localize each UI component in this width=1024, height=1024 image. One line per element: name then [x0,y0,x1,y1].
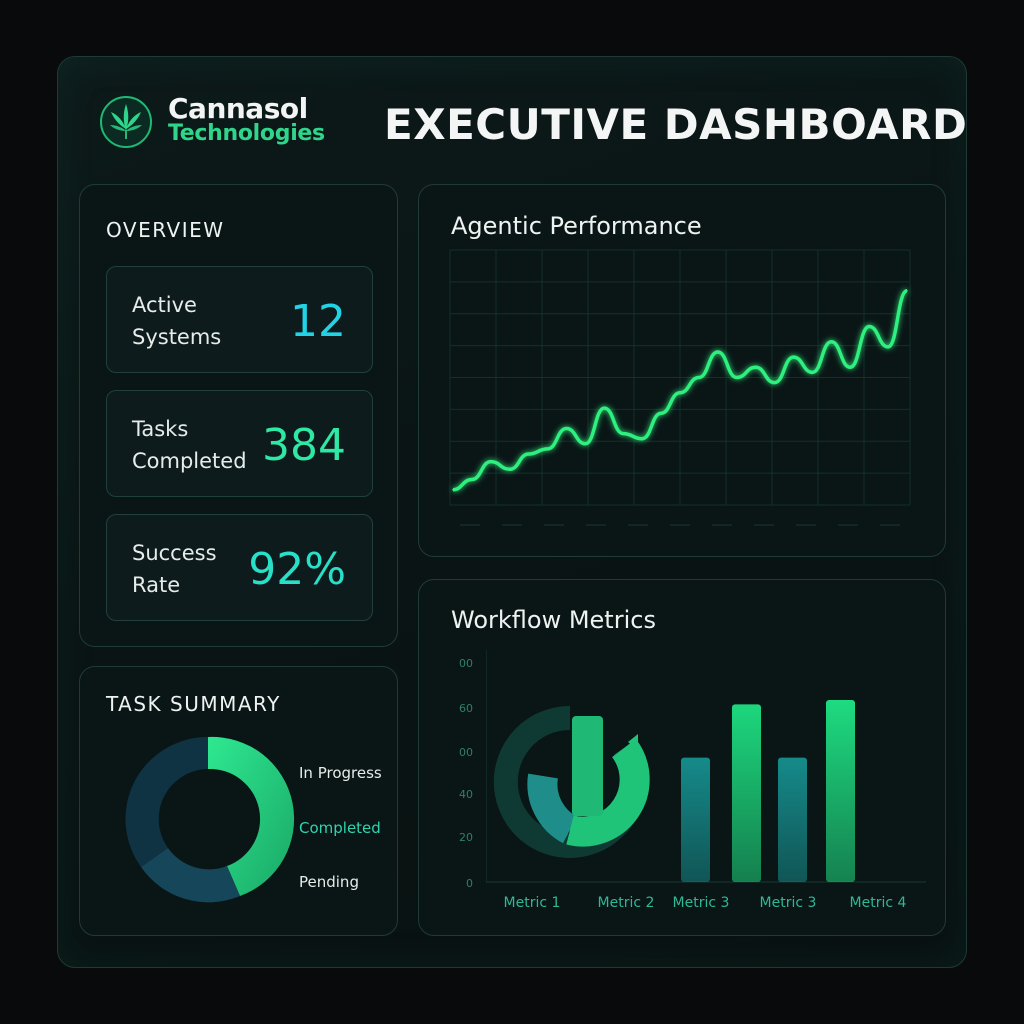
line-chart-grid [449,249,911,526]
stat-label: Success Rate [132,541,217,597]
agentic-performance-chart [449,249,911,526]
line-point [717,351,719,353]
line-point [565,427,568,430]
bar-2 [681,757,710,882]
bar-3 [732,704,761,882]
workflow-metrics-chart [486,650,926,883]
bar-4 [778,757,807,882]
tasks-completed-card[interactable]: Tasks Completed 384 [106,390,373,497]
workflow-metrics-title: Workflow Metrics [451,606,656,634]
x-label: Metric 1 [503,895,561,911]
y-tick: 20 [459,831,473,844]
line-point [868,325,870,328]
line-point [698,376,700,379]
line-point [887,346,889,348]
page-title: EXECUTIVE DASHBOARD [384,100,968,149]
line-point [906,290,908,292]
task-summary-donut [125,736,295,903]
cannabis-leaf-icon [100,96,152,148]
line-point [490,460,492,463]
line-point [660,412,662,414]
line-point [811,371,814,374]
y-tick: 0 [466,877,473,890]
stat-value: 92% [248,544,346,595]
x-label: Metric 3 [759,895,817,911]
line-point [735,376,738,379]
line-point [830,341,833,343]
stat-label: Tasks Completed [132,417,247,473]
y-tick: 60 [459,702,473,715]
y-tick: 00 [459,746,473,759]
line-point [792,356,795,358]
line-point [849,366,852,369]
task-summary-heading: TASK SUMMARY [106,692,281,716]
success-rate-card[interactable]: Success Rate 92% [106,514,373,621]
line-point [679,392,681,394]
donut-segment-in-progress [125,736,208,867]
x-label: Metric 2 [597,895,655,911]
line-point [546,448,549,450]
stat-value: 12 [290,296,346,347]
active-systems-card[interactable]: Active Systems 12 [106,266,373,373]
brand-name-line2: Technologies [168,121,325,146]
x-label: Metric 4 [849,895,907,911]
line-point [508,468,511,471]
line-point [641,437,643,440]
line-point [773,381,776,384]
line-point [622,432,625,435]
line-point [452,488,454,491]
stat-label: Active Systems [132,293,222,349]
y-tick: 00 [459,657,473,670]
agentic-performance-title: Agentic Performance [451,212,702,240]
overview-heading: OVERVIEW [106,218,225,242]
legend-pending: Pending [299,873,359,891]
legend-completed: Completed [299,819,381,837]
line-point [584,443,587,445]
y-tick: 40 [459,788,473,801]
line-point [754,366,757,369]
bar-5 [826,699,855,882]
stat-value: 384 [262,420,346,471]
legend-in-progress: In Progress [299,764,382,782]
line-point [527,453,530,455]
line-point [603,407,606,409]
metric-ring-graphic [493,705,650,858]
x-label: Metric 3 [672,895,730,911]
line-point [471,478,473,481]
